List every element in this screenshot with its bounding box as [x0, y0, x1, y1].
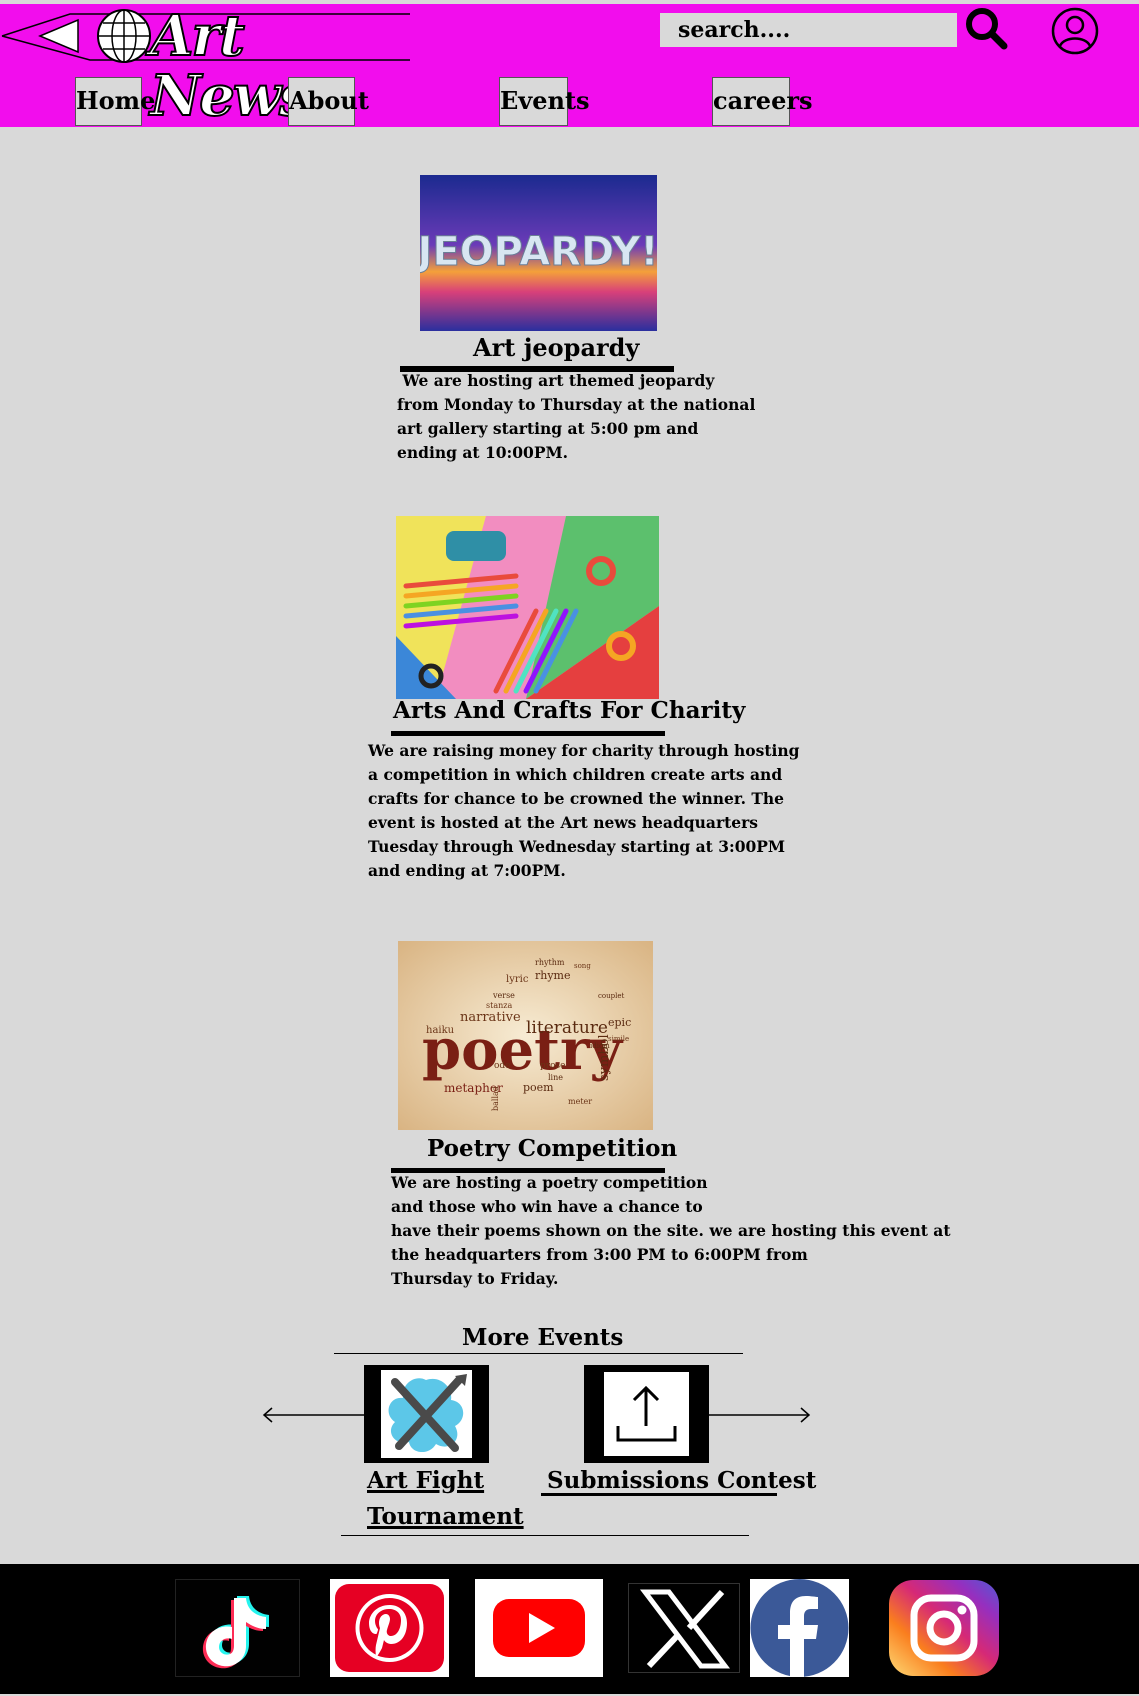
- upload-icon: [604, 1372, 689, 1456]
- arts-crafts-image: [396, 516, 659, 699]
- wordcloud-word: rhythm: [535, 958, 565, 967]
- search-icon[interactable]: [962, 4, 1010, 52]
- wordcloud-word: prose: [540, 1061, 565, 1071]
- wordcloud-word: couplet: [598, 992, 625, 1000]
- crossed-brushes-icon: [381, 1370, 472, 1458]
- submissions-contest-title[interactable]: Submissions Contest: [547, 1467, 816, 1494]
- nav-about[interactable]: About: [288, 77, 369, 126]
- facebook-icon[interactable]: [750, 1579, 849, 1677]
- art-fight-title-line2[interactable]: Tournament: [367, 1503, 524, 1530]
- wordcloud-word: stanza: [486, 1001, 512, 1010]
- poetry-wordcloud-image: poetry literature narrative rhyme lyric …: [398, 941, 653, 1130]
- event-description-art-jeopardy: We are hosting art themed jeopardy from …: [397, 371, 756, 462]
- pinterest-icon[interactable]: [330, 1579, 449, 1677]
- art-news-logo[interactable]: Art News: [0, 5, 415, 127]
- wordcloud-word: simile: [608, 1035, 629, 1043]
- more-events-heading: More Events: [462, 1324, 624, 1351]
- wordcloud-word: verse: [492, 991, 515, 1000]
- jeopardy-logo-text: JEOPARDY!: [420, 229, 657, 275]
- tiktok-icon[interactable]: [175, 1579, 300, 1677]
- event-description-poetry: We are hosting a poetry competition and …: [391, 1173, 951, 1288]
- arrow-right-icon[interactable]: [708, 1405, 812, 1425]
- event-title-art-jeopardy: Art jeopardy: [473, 333, 640, 362]
- wordcloud-word: poem: [523, 1081, 554, 1094]
- wordcloud-word: ballad: [491, 1086, 500, 1111]
- wordcloud-word: lyric: [506, 974, 529, 985]
- nav-events[interactable]: Events: [499, 77, 590, 126]
- title-underline: [541, 1493, 777, 1496]
- divider: [334, 1353, 743, 1354]
- event-title-arts-crafts: Arts And Crafts For Charity: [393, 697, 746, 724]
- x-icon[interactable]: [628, 1583, 740, 1673]
- youtube-icon[interactable]: [475, 1579, 603, 1677]
- wordcloud-word: song: [574, 962, 591, 970]
- art-fight-title-line1[interactable]: Art Fight: [367, 1467, 484, 1494]
- wordcloud-word: haiku: [426, 1025, 455, 1036]
- wordcloud-word: ode: [494, 1061, 511, 1071]
- wordcloud-word: rhyme: [535, 969, 571, 982]
- title-underline: [391, 731, 665, 736]
- wordcloud-word: meter: [568, 1097, 592, 1106]
- wordcloud-word: line: [548, 1073, 563, 1082]
- wordcloud-word: narrative: [460, 1010, 521, 1025]
- jeopardy-image: JEOPARDY!: [420, 175, 657, 331]
- instagram-icon[interactable]: [888, 1579, 1000, 1677]
- event-description-arts-crafts: We are raising money for charity through…: [368, 741, 800, 880]
- submissions-thumbnail[interactable]: [584, 1365, 709, 1463]
- wordcloud-word: idiom: [590, 1042, 610, 1050]
- search-input[interactable]: [660, 13, 957, 47]
- event-title-poetry: Poetry Competition: [427, 1135, 678, 1162]
- wordcloud-word: literature: [526, 1018, 608, 1038]
- divider: [341, 1535, 749, 1536]
- arrow-left-icon[interactable]: [262, 1405, 366, 1425]
- nav-home[interactable]: Home: [75, 77, 155, 126]
- nav-careers[interactable]: careers: [712, 77, 813, 126]
- user-account-icon[interactable]: [1050, 6, 1100, 56]
- art-fight-thumbnail[interactable]: [364, 1365, 489, 1463]
- wordcloud-word: epic: [608, 1016, 631, 1029]
- logo-text: Art News: [149, 3, 312, 129]
